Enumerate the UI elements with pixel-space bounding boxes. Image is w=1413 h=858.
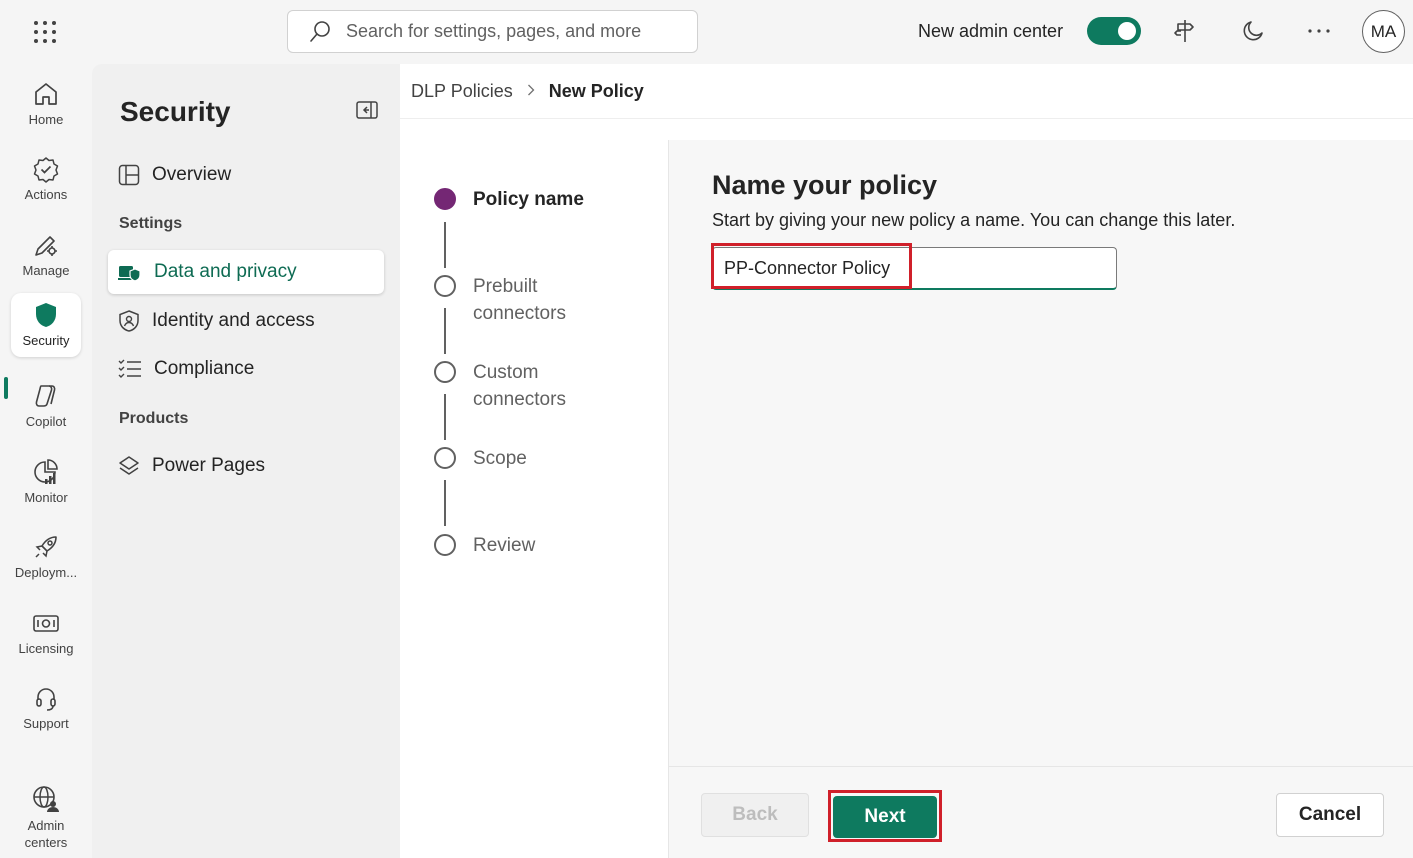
step-indicator-current — [434, 188, 456, 210]
power-pages-icon — [119, 456, 139, 475]
licensing-icon — [33, 615, 59, 632]
wizard-stepper: Policy name Prebuilt connectors Custom c… — [400, 140, 668, 858]
products-section-header: Products — [119, 410, 189, 427]
rail-item-label: Manage — [22, 263, 70, 278]
rail-active-indicator — [4, 377, 8, 399]
step-custom-connectors[interactable]: Custom connectors — [434, 359, 613, 413]
policy-name-input[interactable] — [712, 247, 1117, 290]
rail-item-label: Support — [23, 716, 69, 731]
nav-item-label: Power Pages — [152, 455, 266, 476]
rail-item-label: Deploym... — [14, 565, 78, 580]
breadcrumb: DLP Policies New Policy — [411, 81, 644, 102]
rail-item-deployment[interactable]: Deploym... — [11, 525, 81, 589]
nav-item-data-privacy[interactable]: Data and privacy — [108, 250, 384, 294]
step-label: Custom connectors — [473, 362, 566, 410]
rail-item-label: Monitor — [24, 490, 68, 505]
panel-title: Security — [120, 96, 231, 127]
left-rail: Home Actions Manage Security Copilot Mon… — [0, 64, 92, 858]
signpost-icon[interactable] — [1172, 18, 1198, 44]
content-description: Start by giving your new policy a name. … — [712, 210, 1236, 230]
rail-item-support[interactable]: Support — [11, 676, 81, 740]
step-label: Prebuilt connectors — [473, 276, 566, 324]
identity-shield-icon — [119, 310, 139, 332]
app-launcher-icon[interactable] — [30, 17, 60, 47]
header-divider — [400, 118, 1413, 119]
step-label: Scope — [473, 448, 527, 469]
collapse-panel-icon[interactable] — [356, 100, 378, 120]
nav-item-label: Identity and access — [152, 310, 315, 331]
avatar[interactable]: MA — [1362, 10, 1405, 53]
settings-section-header: Settings — [119, 215, 183, 232]
rail-item-label: Copilot — [25, 414, 67, 429]
nav-item-power-pages[interactable]: Power Pages — [108, 444, 384, 488]
security-nav-panel: Security Overview Settings Data and priv… — [92, 64, 400, 858]
new-admin-center-toggle[interactable] — [1087, 17, 1141, 45]
cancel-button[interactable]: Cancel — [1276, 793, 1384, 837]
step-label: Review — [473, 535, 536, 556]
rail-item-licensing[interactable]: Licensing — [11, 601, 81, 665]
rail-item-actions[interactable]: Actions — [11, 147, 81, 211]
top-bar: New admin center MA — [0, 0, 1413, 64]
dark-mode-icon[interactable] — [1240, 18, 1266, 44]
security-nav-card: Security Overview Settings Data and priv… — [92, 64, 400, 858]
rail-item-label: Home — [28, 112, 64, 127]
wizard-footer: Back Next Cancel — [669, 766, 1413, 858]
rail-item-copilot[interactable]: Copilot — [11, 374, 81, 438]
rail-item-admin-centers[interactable]: Admin centers — [11, 779, 81, 855]
step-scope[interactable]: Scope — [434, 445, 613, 472]
rail-item-home[interactable]: Home — [11, 72, 81, 136]
rail-item-label: Licensing — [18, 641, 74, 656]
actions-icon — [33, 157, 59, 183]
overview-icon — [118, 164, 140, 186]
nav-item-overview[interactable]: Overview — [108, 153, 384, 197]
wizard-content: Name your policy Start by giving your ne… — [669, 140, 1413, 766]
copilot-icon — [35, 385, 56, 407]
more-options-icon[interactable] — [1306, 18, 1332, 44]
step-connector — [444, 222, 446, 268]
step-indicator — [434, 361, 456, 383]
breadcrumb-current: New Policy — [548, 81, 644, 101]
rail-item-label: Actions — [24, 187, 68, 202]
nav-item-label: Data and privacy — [154, 261, 297, 282]
support-icon — [36, 688, 56, 711]
step-indicator — [434, 534, 456, 556]
search-box[interactable] — [287, 10, 698, 53]
step-policy-name[interactable]: Policy name — [434, 186, 613, 213]
rail-item-manage[interactable]: Manage — [11, 223, 81, 287]
content-title: Name your policy — [712, 170, 938, 200]
rail-item-monitor[interactable]: Monitor — [11, 450, 81, 514]
home-icon — [35, 83, 57, 105]
search-icon — [310, 20, 330, 42]
step-indicator — [434, 447, 456, 469]
nav-item-compliance[interactable]: Compliance — [108, 347, 384, 391]
nav-item-label: Overview — [152, 164, 232, 185]
rail-item-label: Security — [22, 333, 70, 348]
chevron-right-icon — [527, 83, 535, 101]
breadcrumb-dlp-policies[interactable]: DLP Policies — [411, 81, 513, 102]
search-input[interactable] — [346, 21, 676, 42]
rail-item-security[interactable]: Security — [11, 293, 81, 357]
nav-item-identity-access[interactable]: Identity and access — [108, 299, 384, 343]
main-area: DLP Policies New Policy Policy name Preb… — [400, 64, 1413, 858]
manage-icon — [35, 236, 57, 256]
step-review[interactable]: Review — [434, 532, 613, 559]
monitor-icon — [34, 459, 58, 484]
deployment-icon — [35, 536, 57, 558]
rail-item-label: Admin centers — [24, 817, 68, 850]
step-prebuilt-connectors[interactable]: Prebuilt connectors — [434, 273, 613, 327]
nav-item-label: Compliance — [154, 358, 255, 379]
step-indicator — [434, 275, 456, 297]
data-privacy-icon — [118, 266, 141, 282]
step-label: Policy name — [473, 189, 584, 210]
step-connector — [444, 480, 446, 526]
back-button[interactable]: Back — [701, 793, 809, 837]
next-button[interactable]: Next — [833, 796, 937, 838]
checklist-icon — [118, 359, 141, 378]
shield-icon — [36, 303, 56, 327]
new-admin-center-label: New admin center — [918, 21, 1064, 41]
admin-centers-icon — [33, 785, 59, 812]
